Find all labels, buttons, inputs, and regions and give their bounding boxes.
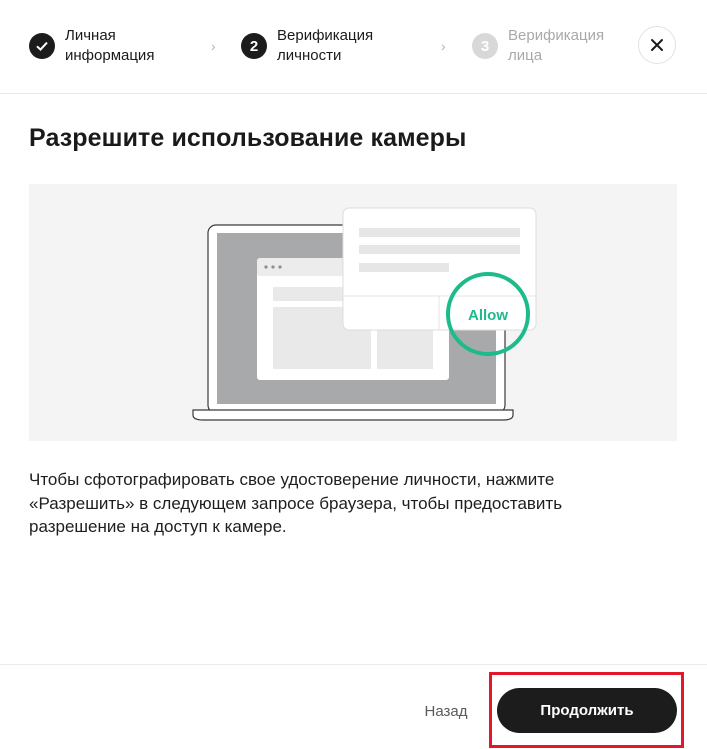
description-line: разрешение на доступ к камере. xyxy=(29,517,287,536)
step-personal-info: Личная информация xyxy=(29,26,185,66)
step-number-badge: 3 xyxy=(472,33,498,59)
permission-description: Чтобы сфотографировать свое удостоверени… xyxy=(29,468,669,539)
page-title: Разрешите использование камеры xyxy=(29,124,467,152)
step-label: Верификация лица xyxy=(508,27,605,64)
step-identity-verification: 2 Верификация личности xyxy=(241,26,397,66)
close-button[interactable] xyxy=(638,26,676,64)
description-line: Чтобы сфотографировать свое удостоверени… xyxy=(29,470,555,489)
step-done-indicator xyxy=(29,33,55,59)
chevron-right-icon: › xyxy=(211,38,216,54)
checkmark-icon xyxy=(36,41,48,52)
description-line: «Разрешить» в следующем запросе браузера… xyxy=(29,493,563,513)
step-label: Верификация личности xyxy=(277,27,374,64)
allow-label: Allow xyxy=(468,307,508,324)
continue-button[interactable]: Продолжить xyxy=(497,688,677,733)
step-face-verification: 3 Верификация лица xyxy=(472,26,628,66)
back-button[interactable]: Назад xyxy=(410,697,482,725)
close-icon xyxy=(651,39,663,51)
stepper-header: Личная информация › 2 Верификация личнос… xyxy=(0,0,707,94)
camera-permission-illustration: Allow xyxy=(29,184,677,441)
laptop-browser-illustration: Allow xyxy=(192,207,537,421)
step-number-badge: 2 xyxy=(241,33,267,59)
chevron-right-icon: › xyxy=(441,38,446,54)
step-label: Личная информация xyxy=(65,27,155,64)
